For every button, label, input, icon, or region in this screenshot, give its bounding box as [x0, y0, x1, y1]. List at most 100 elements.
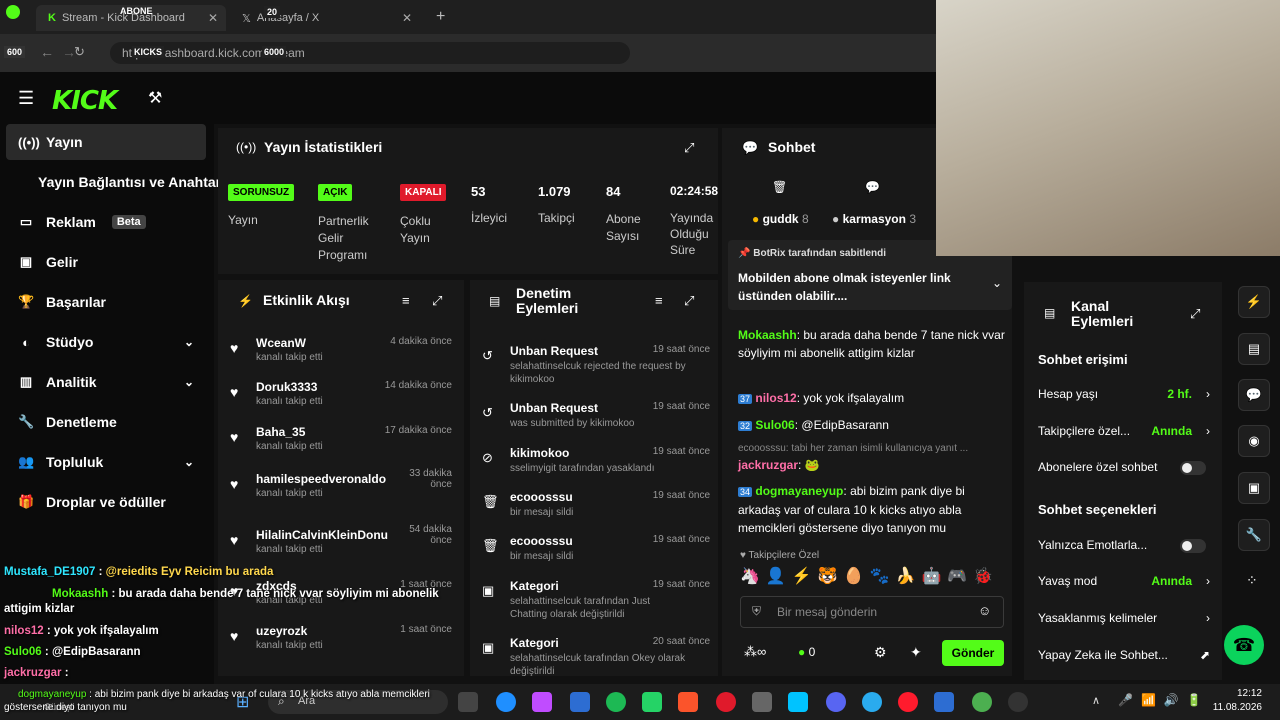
chat-user[interactable]: nilos12 [755, 391, 796, 405]
option-followers-only[interactable]: Takipçilere özel... Anında › [1038, 424, 1210, 442]
filter-icon[interactable]: ≡ [402, 293, 410, 308]
chevron-down-icon[interactable]: ⌄ [992, 276, 1002, 290]
option-label: Yavaş mod [1038, 574, 1098, 588]
app-icon[interactable] [788, 692, 808, 712]
stat-label: Takipçi [538, 211, 575, 225]
channel-icon[interactable]: ▣ [1238, 472, 1270, 504]
chrome-icon[interactable] [972, 692, 992, 712]
chat-bubble-icon[interactable]: 💬 [865, 180, 880, 194]
option-slow-mode[interactable]: Yavaş mod Anında › [1038, 574, 1210, 592]
pinned-text: Mobilden abone olmak isteyenler link üst… [738, 271, 951, 303]
brave-icon[interactable] [678, 692, 698, 712]
spotify-icon[interactable] [606, 692, 626, 712]
expand-icon[interactable]: ⤢ [684, 140, 694, 156]
chat-user[interactable]: jackruzgar [738, 458, 798, 472]
wrench-icon[interactable]: 🔧 [1238, 519, 1270, 551]
expand-icon[interactable]: ⤢ [432, 293, 442, 309]
url-field[interactable]: https://dashboard.kick.com/stream [110, 42, 630, 64]
support-icon[interactable]: ☎ [1224, 625, 1264, 665]
points-icon[interactable]: ⁂∞ [744, 644, 766, 660]
option-subs-only[interactable]: Abonelere özel sohbet [1038, 460, 1210, 478]
emoji-icon[interactable]: ☺ [978, 603, 991, 618]
option-ai-chat[interactable]: Yapay Zeka ile Sohbet... ⬈ [1038, 648, 1210, 666]
back-icon[interactable]: ← [40, 44, 54, 60]
overlay-text: @EdipBasarann [51, 646, 141, 658]
chat-user[interactable]: Mokaashh [738, 328, 797, 342]
gift-icon[interactable]: ✦ [910, 644, 922, 661]
users-icon: 👥 [18, 454, 35, 469]
option-label: Takipçilere özel... [1038, 424, 1131, 438]
item-sub: selahattinselcuk tarafından Okey olarak … [510, 653, 686, 677]
sidebar-item-analitik[interactable]: ▥ Analitik ⌄ [6, 364, 206, 400]
wrench-icon: 🔧 [18, 414, 35, 429]
panel-title: Kanal Eylemleri [1071, 298, 1134, 329]
taskview-icon[interactable] [458, 692, 478, 712]
kick-logo[interactable]: KICK [52, 86, 118, 116]
broadcast-icon: ((•)) [236, 140, 257, 154]
kick-favicon-icon: K [48, 12, 56, 24]
sidebar-item-droplar[interactable]: 🎁 Droplar ve ödüller [6, 484, 206, 520]
overlay-user: Sulo06 [4, 646, 42, 658]
sidebar-item-label: Stüdyo [46, 334, 94, 350]
option-account-age[interactable]: Hesap yaşı 2 hf. › [1038, 387, 1210, 405]
section-title: Sohbet seçenekleri [1038, 502, 1157, 517]
telegram-icon[interactable] [862, 692, 882, 712]
close-icon[interactable]: ✕ [402, 11, 412, 25]
app-icon[interactable] [752, 692, 772, 712]
chat-user[interactable]: Sulo06 [755, 418, 794, 432]
sidebar-item-basarilar[interactable]: 🏆 Başarılar [6, 284, 206, 320]
option-banned-words[interactable]: Yasaklanmış kelimeler › [1038, 611, 1210, 629]
reload-icon[interactable]: ↻ [74, 44, 85, 60]
tab-x[interactable]: 𝕏 Anasayfa / X ✕ [230, 5, 420, 31]
sidebar-item-topluluk[interactable]: 👥 Topluluk ⌄ [6, 444, 206, 480]
sidebar-item-reklam[interactable]: ▭ Reklam Beta [6, 204, 206, 240]
option-emote-only[interactable]: Yalnızca Emotlarla... [1038, 538, 1210, 556]
opera-icon[interactable] [716, 692, 736, 712]
emote-only-toggle[interactable] [1180, 539, 1206, 553]
copilot-icon[interactable] [532, 692, 552, 712]
emote-bar[interactable]: 🦄👤⚡🐯🥚🐾🍌🤖🎮🐞 [740, 566, 999, 586]
chat-user[interactable]: dogmayaneyup [755, 484, 843, 498]
gear-icon[interactable]: ⚙ [874, 644, 887, 661]
store-icon[interactable] [570, 692, 590, 712]
expand-icon[interactable]: ⤢ [684, 293, 694, 309]
option-value: Anında [1151, 574, 1192, 588]
sidebar-item-denetleme[interactable]: 🔧 Denetleme [6, 404, 206, 440]
pinned-header: 📌 BotRix tarafından sabitlendi [738, 248, 886, 259]
sub-badge: 32 [738, 421, 753, 431]
filter-icon[interactable]: ≡ [655, 293, 663, 308]
trash-icon[interactable]: 🗑 [772, 180, 787, 194]
sidebar-item-yayin[interactable]: ((•)) Yayın [6, 124, 206, 160]
new-tab-icon[interactable]: + [436, 8, 445, 26]
sidebar-item-stream-key[interactable]: Yayın Bağlantısı ve Anahtarı [26, 164, 226, 200]
category-icon: ▣ [482, 583, 495, 598]
sidebar-item-gelir[interactable]: ▣ Gelir [6, 244, 206, 280]
stat-multistream: KAPALI Çoklu Yayın [400, 184, 450, 247]
chat-icon[interactable]: 💬 [1238, 379, 1270, 411]
gifter-count: 8 [801, 212, 809, 226]
chevron-up-icon[interactable]: ∧ [1092, 694, 1100, 707]
expand-icon[interactable]: ⤢ [1190, 306, 1200, 322]
hammer-icon[interactable]: ⚒ [148, 88, 162, 108]
connections-icon[interactable]: ⁘ [1246, 572, 1258, 589]
list-item: 🗑 ecooosssu bir mesajı sildi 19 saat önce [482, 490, 712, 519]
opera-gx-icon[interactable] [898, 692, 918, 712]
send-button[interactable]: Gönder [942, 640, 1004, 666]
status-badge: AÇIK [318, 184, 353, 201]
subs-only-toggle[interactable] [1180, 461, 1206, 475]
obs-icon[interactable] [1008, 692, 1028, 712]
sidebar-item-label: Topluluk [46, 454, 104, 470]
menu-icon[interactable]: ☰ [18, 88, 34, 109]
document-icon[interactable]: ▤ [1238, 333, 1270, 365]
system-tray-icons[interactable]: 🎤📶🔊🔋 [1118, 693, 1210, 707]
discord-icon[interactable] [826, 692, 846, 712]
broadcast-icon[interactable]: ◉ [1238, 425, 1270, 457]
sidebar-item-studyo[interactable]: ◐ Stüdyo ⌄ [6, 324, 206, 360]
rank-icon: ● [752, 212, 760, 226]
close-icon[interactable]: ✕ [208, 11, 218, 25]
app-icon[interactable] [934, 692, 954, 712]
bolt-icon[interactable]: ⚡ [1238, 286, 1270, 318]
chat-message: jackruzgar: 🐸 [738, 458, 820, 472]
whatsapp-icon[interactable] [642, 692, 662, 712]
edge-icon[interactable] [496, 692, 516, 712]
